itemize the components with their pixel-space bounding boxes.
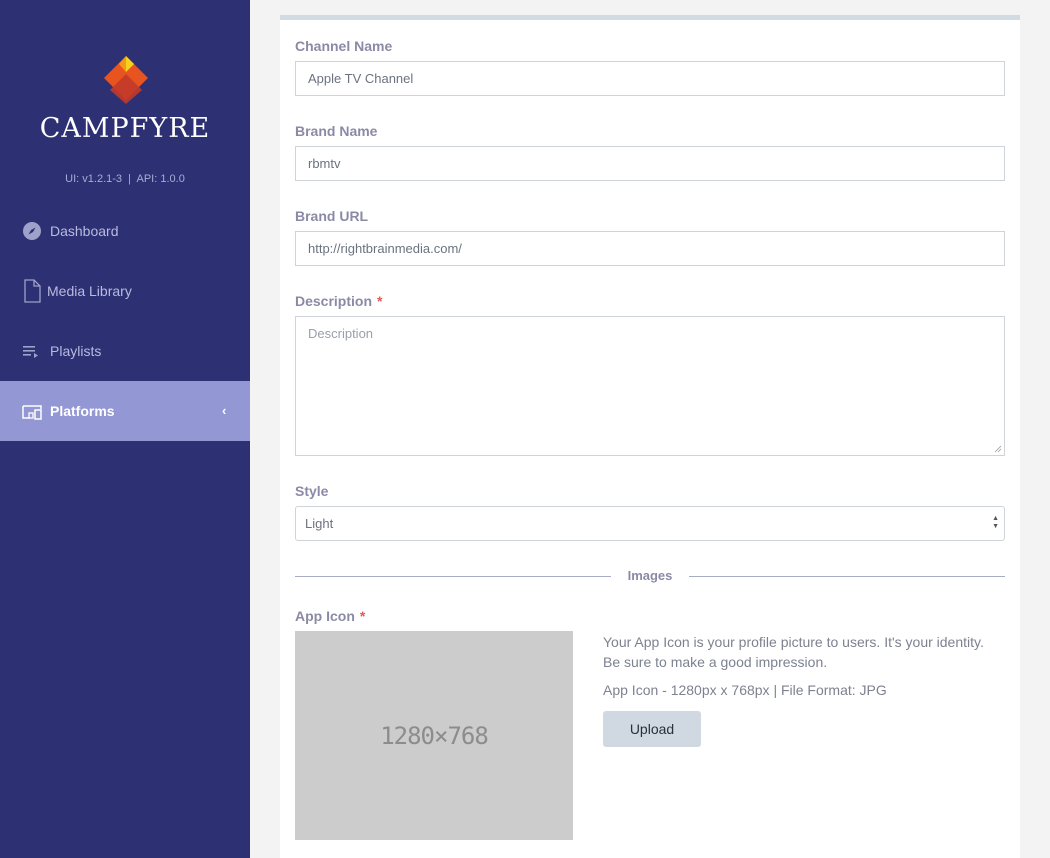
sidebar-item-label: Dashboard (50, 223, 119, 239)
style-label: Style (295, 483, 329, 499)
style-select-value: Light (305, 516, 334, 531)
images-section-title: Images (627, 568, 673, 583)
upload-button[interactable]: Upload (603, 711, 701, 747)
description-label: Description * (295, 293, 382, 309)
section-divider-right (689, 576, 1005, 577)
description-label-text: Description (295, 293, 373, 309)
required-marker: * (359, 608, 366, 624)
sidebar-item-platforms[interactable]: Platforms ‹ (0, 381, 250, 441)
style-select[interactable]: Light ▲ ▼ (295, 506, 1005, 541)
brand-name: CAMPFYRE (39, 113, 211, 144)
brand-name-input[interactable] (295, 146, 1005, 181)
placeholder-dimensions: 1280×768 (380, 721, 489, 750)
sidebar-item-dashboard[interactable]: Dashboard (0, 201, 250, 261)
campfyre-logo-icon (104, 56, 148, 104)
app-icon-label: App Icon * (295, 608, 365, 624)
version-info: UI: v1.2.1-3 | API: 1.0.0 (65, 173, 185, 185)
description-textarea[interactable]: Description (295, 316, 1005, 456)
sidebar: CAMPFYRE UI: v1.2.1-3 | API: 1.0.0 Dashb… (0, 0, 250, 858)
sidebar-item-label: Playlists (50, 343, 102, 359)
chevron-left-icon[interactable]: ‹ (222, 403, 226, 418)
select-arrows-icon: ▲ ▼ (992, 515, 999, 530)
sidebar-item-playlists[interactable]: Playlists (0, 321, 250, 381)
compass-icon (23, 222, 41, 240)
resize-grip-icon[interactable] (994, 445, 1002, 453)
app-icon-help-text: Your App Icon is your profile picture to… (603, 634, 984, 670)
document-icon (24, 279, 41, 303)
playlist-icon (23, 346, 38, 358)
app-icon-placeholder-image: 1280×768 (295, 631, 573, 840)
sidebar-item-label: Media Library (47, 283, 132, 299)
brand-url-input[interactable] (295, 231, 1005, 266)
devices-icon (22, 405, 42, 420)
app-icon-label-text: App Icon (295, 608, 355, 624)
required-marker: * (377, 293, 383, 309)
brand-name-label: Brand Name (295, 123, 378, 139)
description-placeholder: Description (308, 326, 374, 341)
section-divider-left (295, 576, 611, 577)
channel-name-input[interactable] (295, 61, 1005, 96)
app-icon-spec: App Icon - 1280px x 768px | File Format:… (603, 682, 887, 698)
channel-name-label: Channel Name (295, 38, 393, 54)
sidebar-item-media-library[interactable]: Media Library (0, 261, 250, 321)
brand-url-label: Brand URL (295, 208, 369, 224)
sidebar-item-label: Platforms (50, 403, 115, 419)
